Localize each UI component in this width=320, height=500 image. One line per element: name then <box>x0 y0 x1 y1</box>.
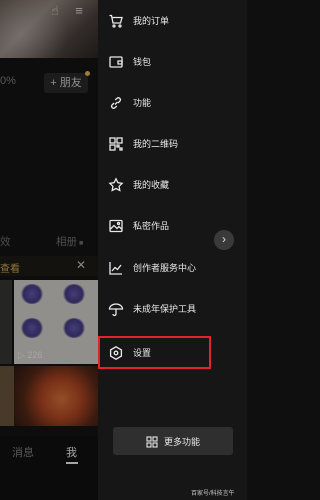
menu-item-label: 功能 <box>133 98 152 108</box>
menu-item-label: 私密作品 <box>133 221 170 231</box>
umbrella-icon <box>108 301 124 317</box>
menu-item-functions[interactable]: 功能 <box>98 87 247 119</box>
more-functions-label: 更多功能 <box>164 437 201 447</box>
menu-item-label: 钱包 <box>133 57 152 67</box>
menu-item-label: 创作者服务中心 <box>133 263 197 273</box>
menu-item-qr-code[interactable]: 我的二维码 <box>98 128 247 160</box>
menu-item-wallet[interactable]: 钱包 <box>98 46 247 78</box>
chevron-right-icon[interactable]: › <box>214 230 234 250</box>
chart-icon <box>108 260 124 276</box>
menu-item-favorites[interactable]: 我的收藏 <box>98 169 247 201</box>
menu-item-label: 未成年保护工具 <box>133 304 197 314</box>
menu-item-label: 我的收藏 <box>133 180 170 190</box>
shopping-cart-icon <box>108 13 124 29</box>
qr-code-icon <box>108 136 124 152</box>
overlay-dim[interactable] <box>0 0 100 500</box>
star-icon <box>108 177 124 193</box>
background-profile-page: ☝ ≡ 0% + 朋友 效 相册 ■ 查看 ✕ ▷ 226 消息 我 <box>0 0 100 500</box>
more-functions-button[interactable]: 更多功能 <box>113 427 233 455</box>
grid-icon <box>146 435 158 448</box>
settings-highlight-box <box>98 336 211 369</box>
link-icon <box>108 95 124 111</box>
menu-item-creator-center[interactable]: 创作者服务中心 <box>98 252 247 284</box>
menu-item-minor-protection[interactable]: 未成年保护工具 <box>98 293 247 325</box>
private-image-icon <box>108 218 124 234</box>
menu-item-label: 我的二维码 <box>133 139 179 149</box>
watermark: 百家号/科技言午 <box>191 491 235 497</box>
menu-item-label: 我的订单 <box>133 16 170 26</box>
wallet-icon <box>108 54 124 70</box>
menu-item-my-orders[interactable]: 我的订单 <box>98 5 247 37</box>
side-drawer-menu: 我的订单 钱包 功能 我的二维码 我的收藏 私密作品 创作者服务中心 未成年保护… <box>98 0 247 500</box>
